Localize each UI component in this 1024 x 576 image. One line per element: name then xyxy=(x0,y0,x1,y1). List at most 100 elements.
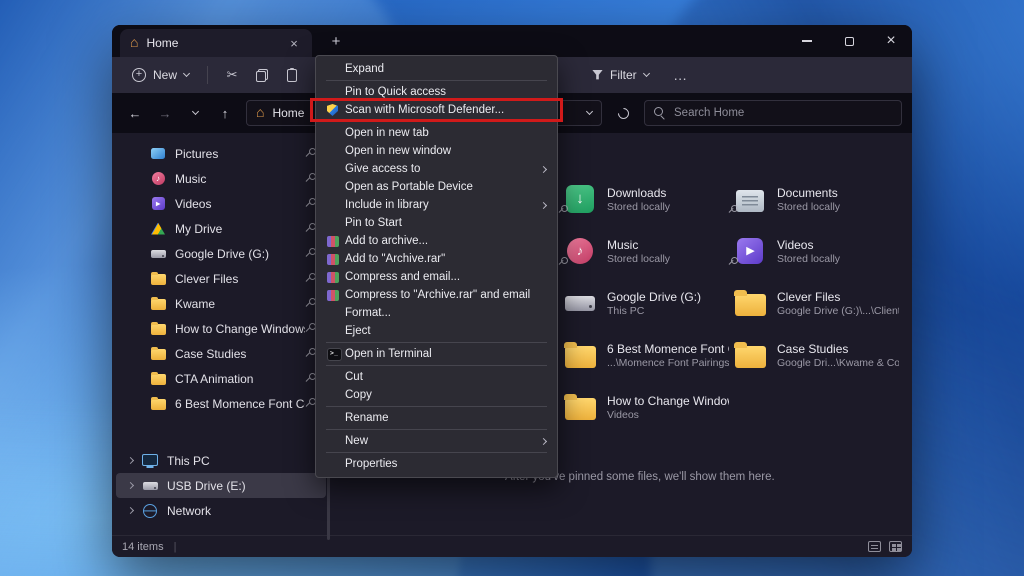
context-menu-item[interactable]: New xyxy=(316,432,557,450)
context-menu-item[interactable]: Open in new window xyxy=(316,142,557,160)
quick-access-column: Downloads Stored locally Music Stored lo… xyxy=(563,173,729,433)
tab-close-icon[interactable] xyxy=(286,35,302,51)
new-button[interactable]: New xyxy=(124,64,197,86)
details-view-button[interactable] xyxy=(868,541,881,552)
context-menu-item[interactable]: Expand xyxy=(316,60,557,78)
context-menu-item[interactable]: Pin to Quick access xyxy=(316,83,557,101)
quick-access-folder[interactable]: Google Drive (G:) This PC xyxy=(563,277,729,329)
minimize-button[interactable] xyxy=(786,25,828,57)
context-menu-item[interactable]: Compress to "Archive.rar" and email xyxy=(316,286,557,304)
sidebar-item[interactable]: Videos xyxy=(116,191,326,216)
copy-button[interactable] xyxy=(248,61,276,89)
tree-item-icon xyxy=(141,478,159,494)
context-menu-item[interactable]: Rename xyxy=(316,409,557,427)
cut-button[interactable] xyxy=(218,61,246,89)
folder-text: Downloads Stored locally xyxy=(607,186,670,213)
sidebar-item[interactable]: Case Studies xyxy=(116,341,326,366)
quick-access-folder[interactable]: Videos Stored locally xyxy=(733,225,899,277)
sidebar-item-icon xyxy=(149,346,167,362)
context-menu-item[interactable]: Add to archive... xyxy=(316,232,557,250)
thumbnails-view-button[interactable] xyxy=(889,541,902,552)
quick-access-folder[interactable]: Downloads Stored locally xyxy=(563,173,729,225)
close-button[interactable] xyxy=(870,25,912,57)
sidebar-item[interactable]: 6 Best Momence Font Combinations fo xyxy=(116,391,326,416)
menu-item-icon xyxy=(327,83,345,101)
quick-access-folder[interactable]: Documents Stored locally xyxy=(733,173,899,225)
sidebar-item[interactable]: Google Drive (G:) xyxy=(116,241,326,266)
context-menu-item[interactable]: Compress and email... xyxy=(316,268,557,286)
maximize-icon xyxy=(845,37,854,46)
clipboard-icon xyxy=(287,69,297,82)
sidebar-item-label: Videos xyxy=(175,197,305,211)
tab-title: Home xyxy=(146,36,178,50)
tree-item-label: USB Drive (E:) xyxy=(167,479,246,493)
menu-item-icon xyxy=(327,304,345,322)
context-menu-item[interactable]: Give access to xyxy=(316,160,557,178)
arrow-up-icon xyxy=(222,106,229,121)
screen: Home New Filter xyxy=(0,0,1024,576)
search-input[interactable] xyxy=(674,107,892,119)
context-menu-item[interactable]: Properties xyxy=(316,455,557,473)
forward-button[interactable] xyxy=(152,100,178,126)
folder-icon xyxy=(733,183,767,215)
sidebar-item[interactable]: How to Change Windows 11 Backgrou xyxy=(116,316,326,341)
sidebar-item-icon xyxy=(149,196,167,212)
up-button[interactable] xyxy=(212,100,238,126)
sidebar-item[interactable]: Pictures xyxy=(116,141,326,166)
search-box[interactable] xyxy=(644,100,902,126)
quick-access-folder[interactable]: 6 Best Momence Font Co... ...\Momence Fo… xyxy=(563,329,729,381)
context-menu-item[interactable]: Open in new tab xyxy=(316,124,557,142)
paste-button[interactable] xyxy=(278,61,306,89)
context-menu-item[interactable]: Open in Terminal xyxy=(316,345,557,363)
context-menu-item[interactable]: Open as Portable Device xyxy=(316,178,557,196)
sidebar-item[interactable]: Music xyxy=(116,166,326,191)
quick-access-folder[interactable]: Clever Files Google Drive (G:)\...\Clien… xyxy=(733,277,899,329)
menu-item-icon xyxy=(327,232,345,250)
home-icon xyxy=(256,104,264,122)
window-controls xyxy=(786,25,912,57)
filter-icon xyxy=(592,70,603,81)
expand-chevron-icon[interactable] xyxy=(127,457,134,464)
menu-item-label: Copy xyxy=(345,389,533,401)
back-button[interactable] xyxy=(122,100,148,126)
refresh-button[interactable] xyxy=(610,100,636,126)
menu-item-label: Eject xyxy=(345,325,533,337)
maximize-button[interactable] xyxy=(828,25,870,57)
quick-access-folder[interactable]: Case Studies Google Dri...\Kwame & Co xyxy=(733,329,899,381)
sidebar-tree-item[interactable]: This PC xyxy=(116,448,326,473)
recent-locations-button[interactable] xyxy=(182,100,208,126)
folder-text: Google Drive (G:) This PC xyxy=(607,290,701,317)
pin-icon xyxy=(558,205,568,215)
sidebar-item[interactable]: Kwame xyxy=(116,291,326,316)
filter-button[interactable]: Filter xyxy=(584,64,657,86)
context-menu-separator xyxy=(326,342,547,343)
expand-chevron-icon[interactable] xyxy=(127,507,134,514)
sidebar-item[interactable]: Clever Files xyxy=(116,266,326,291)
toolbar-right: Filter … xyxy=(584,57,695,93)
sidebar-tree-item[interactable]: Network xyxy=(116,498,326,523)
new-tab-button[interactable] xyxy=(324,29,348,53)
context-menu-item[interactable]: Eject xyxy=(316,322,557,340)
sidebar-item[interactable]: My Drive xyxy=(116,216,326,241)
folder-icon xyxy=(563,391,597,423)
menu-item-label: New xyxy=(345,435,533,447)
quick-access-folder[interactable]: How to Change Windows... Videos xyxy=(563,381,729,433)
more-options-button[interactable]: … xyxy=(667,61,695,89)
menu-item-icon xyxy=(327,196,345,214)
ellipsis-icon: … xyxy=(673,67,688,83)
tab-home[interactable]: Home xyxy=(120,29,312,57)
context-menu-item[interactable]: Format... xyxy=(316,304,557,322)
chevron-down-icon[interactable] xyxy=(586,108,593,115)
context-menu-item[interactable]: Add to "Archive.rar" xyxy=(316,250,557,268)
context-menu-item[interactable]: Include in library xyxy=(316,196,557,214)
submenu-chevron-icon xyxy=(540,437,547,444)
quick-access-folder[interactable]: Music Stored locally xyxy=(563,225,729,277)
expand-chevron-icon[interactable] xyxy=(127,482,134,489)
context-menu-item[interactable]: Copy xyxy=(316,386,557,404)
context-menu-item[interactable]: Scan with Microsoft Defender... xyxy=(316,101,557,119)
sidebar-item[interactable]: CTA Animation xyxy=(116,366,326,391)
sidebar-tree-item[interactable]: USB Drive (E:) xyxy=(116,473,326,498)
context-menu-item[interactable]: Pin to Start xyxy=(316,214,557,232)
context-menu-item[interactable]: Cut xyxy=(316,368,557,386)
folder-name: How to Change Windows... xyxy=(607,394,729,408)
